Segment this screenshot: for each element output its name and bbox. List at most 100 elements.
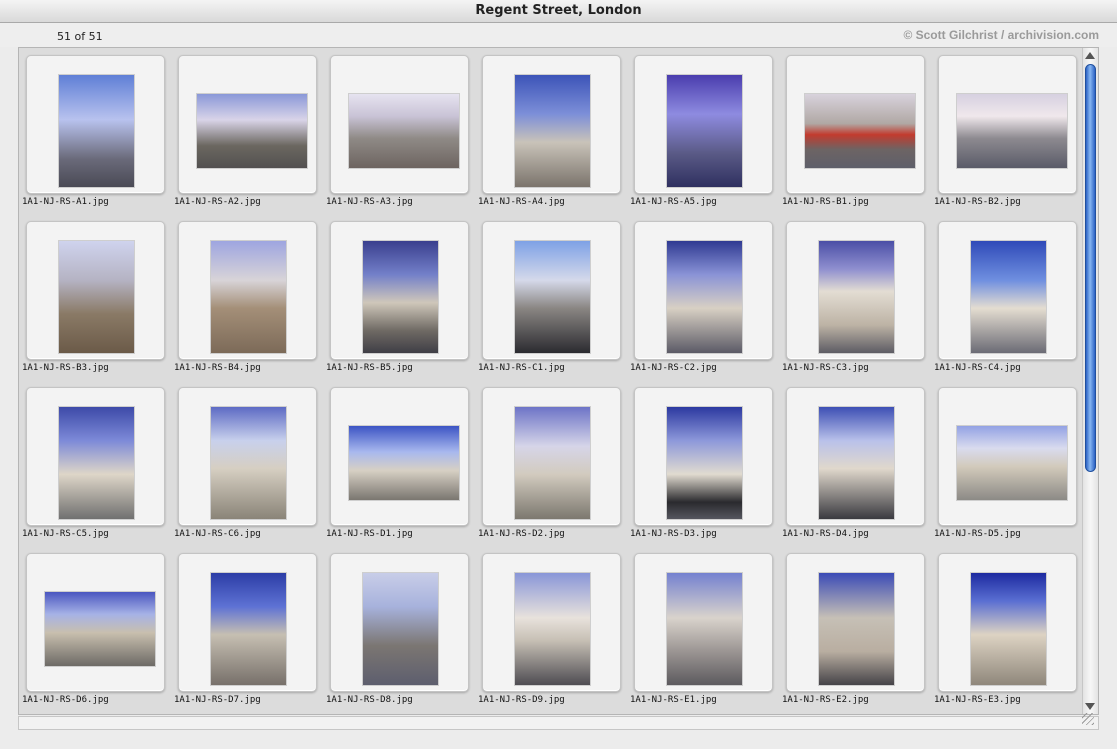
thumbnail-frame[interactable]: [634, 221, 773, 360]
thumbnail-cell[interactable]: 1A1-NJ-RS-D2.jpg: [476, 381, 628, 547]
thumbnail-image[interactable]: [45, 592, 155, 666]
thumbnail-image[interactable]: [957, 94, 1067, 168]
thumbnail-image[interactable]: [363, 241, 438, 353]
thumbnail-cell[interactable]: 1A1-NJ-RS-A2.jpg: [172, 49, 324, 215]
thumbnail-cell[interactable]: 1A1-NJ-RS-C2.jpg: [628, 215, 780, 381]
thumbnail-image[interactable]: [363, 573, 438, 685]
thumbnail-cell[interactable]: 1A1-NJ-RS-D4.jpg: [780, 381, 932, 547]
thumbnail-image[interactable]: [515, 573, 590, 685]
thumbnail-cell[interactable]: 1A1-NJ-RS-C1.jpg: [476, 215, 628, 381]
thumbnail-filename: 1A1-NJ-RS-D6.jpg: [22, 695, 109, 705]
thumbnail-cell[interactable]: 1A1-NJ-RS-E1.jpg: [628, 547, 780, 713]
thumbnail-frame[interactable]: [178, 55, 317, 194]
thumbnail-image[interactable]: [819, 241, 894, 353]
thumbnail-frame[interactable]: [938, 55, 1077, 194]
thumbnail-frame[interactable]: [482, 387, 621, 526]
vertical-scrollbar[interactable]: [1082, 48, 1098, 714]
thumbnail-cell[interactable]: 1A1-NJ-RS-D7.jpg: [172, 547, 324, 713]
thumbnail-cell[interactable]: 1A1-NJ-RS-B2.jpg: [932, 49, 1083, 215]
thumbnail-image[interactable]: [515, 407, 590, 519]
thumbnail-frame[interactable]: [634, 55, 773, 194]
thumbnail-frame[interactable]: [786, 221, 925, 360]
thumbnail-image[interactable]: [971, 241, 1046, 353]
scroll-down-arrow-icon[interactable]: [1085, 703, 1095, 710]
thumbnail-image[interactable]: [971, 573, 1046, 685]
thumbnail-frame[interactable]: [634, 387, 773, 526]
thumbnail-image[interactable]: [59, 75, 134, 187]
thumbnail-cell[interactable]: 1A1-NJ-RS-E3.jpg: [932, 547, 1083, 713]
thumbnail-cell[interactable]: 1A1-NJ-RS-D5.jpg: [932, 381, 1083, 547]
thumbnail-image[interactable]: [197, 94, 307, 168]
scrollbar-thumb[interactable]: [1085, 64, 1096, 472]
thumbnail-image[interactable]: [515, 241, 590, 353]
thumbnail-frame[interactable]: [482, 55, 621, 194]
thumbnail-image[interactable]: [211, 573, 286, 685]
thumbnail-cell[interactable]: 1A1-NJ-RS-B3.jpg: [20, 215, 172, 381]
thumbnail-cell[interactable]: 1A1-NJ-RS-D6.jpg: [20, 547, 172, 713]
thumbnail-frame[interactable]: [178, 553, 317, 692]
thumbnail-image[interactable]: [667, 573, 742, 685]
thumbnail-image[interactable]: [349, 94, 459, 168]
thumbnail-image[interactable]: [59, 241, 134, 353]
thumbnail-cell[interactable]: 1A1-NJ-RS-A1.jpg: [20, 49, 172, 215]
thumbnail-frame[interactable]: [26, 387, 165, 526]
resize-grip-icon[interactable]: [1082, 713, 1094, 725]
thumbnail-cell[interactable]: 1A1-NJ-RS-A3.jpg: [324, 49, 476, 215]
thumbnail-frame[interactable]: [786, 553, 925, 692]
thumbnail-image[interactable]: [667, 241, 742, 353]
thumbnail-image[interactable]: [211, 407, 286, 519]
thumbnail-frame[interactable]: [178, 387, 317, 526]
thumbnail-frame[interactable]: [634, 553, 773, 692]
thumbnail-cell[interactable]: 1A1-NJ-RS-C5.jpg: [20, 381, 172, 547]
thumbnail-cell[interactable]: 1A1-NJ-RS-D9.jpg: [476, 547, 628, 713]
thumbnail-frame[interactable]: [26, 553, 165, 692]
thumbnail-filename: 1A1-NJ-RS-A1.jpg: [22, 197, 109, 207]
thumbnail-frame[interactable]: [938, 387, 1077, 526]
thumbnail-frame[interactable]: [482, 221, 621, 360]
thumbnail-cell[interactable]: 1A1-NJ-RS-D3.jpg: [628, 381, 780, 547]
thumbnail-image[interactable]: [819, 573, 894, 685]
thumbnail-image[interactable]: [349, 426, 459, 500]
scroll-up-arrow-icon[interactable]: [1085, 52, 1095, 59]
thumbnail-cell[interactable]: 1A1-NJ-RS-A4.jpg: [476, 49, 628, 215]
thumbnail-frame[interactable]: [938, 221, 1077, 360]
thumbnail-image[interactable]: [211, 241, 286, 353]
thumbnail-cell[interactable]: 1A1-NJ-RS-C6.jpg: [172, 381, 324, 547]
thumbnail-frame[interactable]: [330, 387, 469, 526]
thumbnail-filename: 1A1-NJ-RS-A3.jpg: [326, 197, 413, 207]
thumbnail-filename: 1A1-NJ-RS-D9.jpg: [478, 695, 565, 705]
thumbnail-frame[interactable]: [330, 221, 469, 360]
thumbnail-image[interactable]: [819, 407, 894, 519]
thumbnail-frame[interactable]: [330, 553, 469, 692]
thumbnail-image[interactable]: [59, 407, 134, 519]
thumbnail-frame[interactable]: [26, 221, 165, 360]
thumbnail-filename: 1A1-NJ-RS-E3.jpg: [934, 695, 1021, 705]
thumbnail-filename: 1A1-NJ-RS-C6.jpg: [174, 529, 261, 539]
copyright-credit: © Scott Gilchrist / archivision.com: [903, 28, 1099, 42]
info-bar: 51 of 51 © Scott Gilchrist / archivision…: [0, 23, 1117, 47]
thumbnail-frame[interactable]: [938, 553, 1077, 692]
thumbnail-cell[interactable]: 1A1-NJ-RS-D1.jpg: [324, 381, 476, 547]
thumbnail-image[interactable]: [805, 94, 915, 168]
thumbnail-cell[interactable]: 1A1-NJ-RS-E2.jpg: [780, 547, 932, 713]
thumbnail-image[interactable]: [515, 75, 590, 187]
thumbnail-frame[interactable]: [26, 55, 165, 194]
thumbnail-frame[interactable]: [786, 387, 925, 526]
thumbnail-image[interactable]: [667, 407, 742, 519]
thumbnail-filename: 1A1-NJ-RS-D1.jpg: [326, 529, 413, 539]
thumbnail-cell[interactable]: 1A1-NJ-RS-B4.jpg: [172, 215, 324, 381]
thumbnail-filename: 1A1-NJ-RS-B2.jpg: [934, 197, 1021, 207]
thumbnail-image[interactable]: [957, 426, 1067, 500]
thumbnail-cell[interactable]: 1A1-NJ-RS-B1.jpg: [780, 49, 932, 215]
thumbnail-frame[interactable]: [786, 55, 925, 194]
thumbnail-cell[interactable]: 1A1-NJ-RS-C4.jpg: [932, 215, 1083, 381]
thumbnail-cell[interactable]: 1A1-NJ-RS-B5.jpg: [324, 215, 476, 381]
thumbnail-frame[interactable]: [330, 55, 469, 194]
thumbnail-cell[interactable]: 1A1-NJ-RS-A5.jpg: [628, 49, 780, 215]
thumbnail-frame[interactable]: [178, 221, 317, 360]
thumbnail-cell[interactable]: 1A1-NJ-RS-D8.jpg: [324, 547, 476, 713]
thumbnail-frame[interactable]: [482, 553, 621, 692]
thumbnail-grid: 1A1-NJ-RS-A1.jpg 1A1-NJ-RS-A2.jpg 1A1-NJ-R…: [19, 48, 1083, 714]
thumbnail-cell[interactable]: 1A1-NJ-RS-C3.jpg: [780, 215, 932, 381]
thumbnail-image[interactable]: [667, 75, 742, 187]
